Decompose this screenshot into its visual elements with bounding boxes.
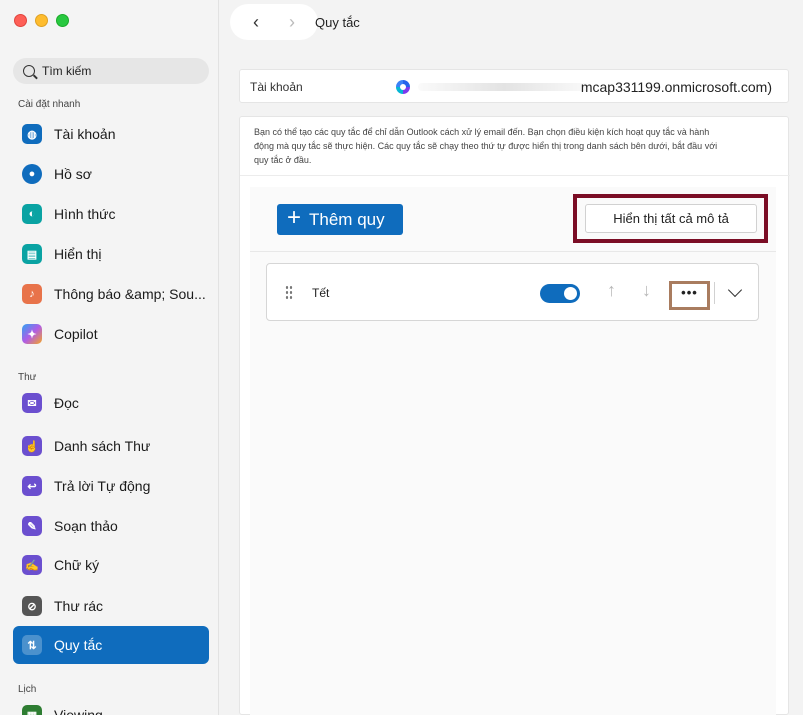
show-all-descriptions-button[interactable]: Hiển thị tất cả mô tả [585, 204, 757, 233]
sidebar-item-account[interactable]: ◍ Tài khoản [13, 115, 209, 153]
signature-icon: ✍ [22, 555, 42, 575]
minimize-window-button[interactable] [35, 14, 48, 27]
sidebar-item-label: Trả lời Tự động [54, 478, 151, 494]
sidebar-item-label: Viewing [54, 707, 103, 715]
more-options-button[interactable]: ••• [681, 285, 698, 300]
rules-icon: ⇅ [22, 635, 42, 655]
profile-icon: ● [22, 164, 42, 184]
drag-handle-icon[interactable] [285, 285, 293, 299]
compose-icon: ✎ [22, 516, 42, 536]
sidebar-item-auto-reply[interactable]: ↩ Trả lời Tự động [13, 467, 209, 505]
junk-icon: ⊘ [22, 596, 42, 616]
sidebar-item-notifications[interactable]: ♪ Thông báo &amp; Sou... [13, 275, 209, 313]
rule-row[interactable]: Tết ↑ ↓ ••• [266, 263, 759, 321]
sidebar-item-appearance[interactable]: ◐ Hình thức [13, 195, 209, 233]
move-up-arrow-icon[interactable]: ↑ [607, 280, 616, 301]
sidebar-item-signature[interactable]: ✍ Chữ ký [13, 546, 209, 584]
rules-description: Bạn có thể tạo các quy tắc để chỉ dẫn Ou… [254, 127, 718, 165]
rules-panel: Bạn có thể tạo các quy tắc để chỉ dẫn Ou… [239, 116, 790, 715]
sidebar-item-label: Hình thức [54, 206, 116, 222]
sidebar-item-label: Soạn thảo [54, 518, 118, 534]
add-rule-button[interactable]: + Thêm quy [277, 204, 403, 235]
globe-icon: ◍ [22, 124, 42, 144]
microsoft-365-logo-icon [396, 80, 410, 94]
sidebar-item-reading[interactable]: ✉ Đọc [13, 384, 209, 422]
sidebar-item-label: Danh sách Thư [54, 438, 151, 454]
sidebar: Tìm kiếm Cài đặt nhanh ◍ Tài khoản ● Hồ … [0, 0, 219, 715]
highlight-frame-show-all: Hiển thị tất cả mô tả [573, 194, 768, 243]
section-label-quick-settings: Cài đặt nhanh [18, 99, 81, 110]
sidebar-item-profile[interactable]: ● Hồ sơ [13, 155, 209, 193]
search-input[interactable]: Tìm kiếm [13, 58, 209, 84]
sidebar-item-copilot[interactable]: ✦ Copilot [13, 315, 209, 353]
sidebar-item-compose[interactable]: ✎ Soạn thảo [13, 507, 209, 545]
sidebar-item-label: Hiển thị [54, 246, 102, 262]
chevron-down-icon[interactable] [727, 282, 743, 298]
section-label-mail: Thư [18, 372, 37, 383]
add-rule-label: Thêm quy [309, 209, 385, 229]
rule-name: Tết [312, 286, 330, 300]
layout-icon: ▤ [22, 244, 42, 264]
search-placeholder: Tìm kiếm [42, 64, 92, 78]
calendar-icon: ▦ [22, 705, 42, 715]
envelope-open-icon: ✉ [22, 393, 42, 413]
sidebar-item-label: Quy tắc [54, 637, 103, 653]
palette-icon: ◐ [22, 204, 42, 224]
bell-icon: ♪ [22, 284, 42, 304]
show-all-descriptions-label: Hiển thị tất cả mô tả [613, 211, 729, 226]
touch-icon: ☝ [22, 436, 42, 456]
sidebar-item-label: Copilot [54, 326, 98, 342]
separator [714, 282, 715, 304]
window-controls [14, 14, 69, 27]
history-navigation: ‹ › [230, 4, 318, 40]
account-selector[interactable]: Tài khoản mcap331199.onmicrosoft.com) [239, 69, 789, 103]
divider [240, 175, 790, 176]
section-label-calendar: Lịch [18, 684, 37, 695]
page-title: Quy tắc [315, 15, 360, 30]
move-down-arrow-icon[interactable]: ↓ [642, 280, 651, 301]
sidebar-item-display[interactable]: ▤ Hiển thị [13, 235, 209, 273]
sidebar-item-label: Chữ ký [54, 557, 100, 573]
account-label: Tài khoản [250, 80, 303, 94]
sidebar-item-label: Hồ sơ [54, 166, 92, 182]
redacted-account-name [418, 83, 590, 91]
sidebar-item-junk[interactable]: ⊘ Thư rác [13, 587, 209, 625]
sidebar-item-label: Tài khoản [54, 126, 116, 142]
plus-icon: + [287, 204, 302, 231]
top-bar: ‹ › Quy tắc [220, 0, 803, 48]
sidebar-item-label: Thông báo &amp; Sou... [54, 286, 206, 302]
rule-enabled-toggle[interactable] [540, 284, 580, 303]
sidebar-item-message-list[interactable]: ☝ Danh sách Thư [13, 427, 209, 465]
back-button[interactable]: ‹ [253, 13, 259, 31]
forward-button[interactable]: › [289, 13, 295, 31]
rules-list-area: + Thêm quy Hiển thị tất cả mô tả Tết ↑ ↓… [250, 187, 776, 715]
highlight-frame-more: ••• [669, 281, 710, 310]
sidebar-item-rules[interactable]: ⇅ Quy tắc [13, 626, 209, 664]
sidebar-item-label: Đọc [54, 395, 79, 411]
account-email: mcap331199.onmicrosoft.com) [580, 79, 772, 95]
copilot-icon: ✦ [22, 324, 42, 344]
close-window-button[interactable] [14, 14, 27, 27]
divider [250, 251, 776, 252]
reply-icon: ↩ [22, 476, 42, 496]
sidebar-item-calendar-viewing[interactable]: ▦ Viewing [13, 696, 209, 715]
zoom-window-button[interactable] [56, 14, 69, 27]
search-icon [23, 65, 35, 77]
sidebar-item-label: Thư rác [54, 598, 104, 614]
